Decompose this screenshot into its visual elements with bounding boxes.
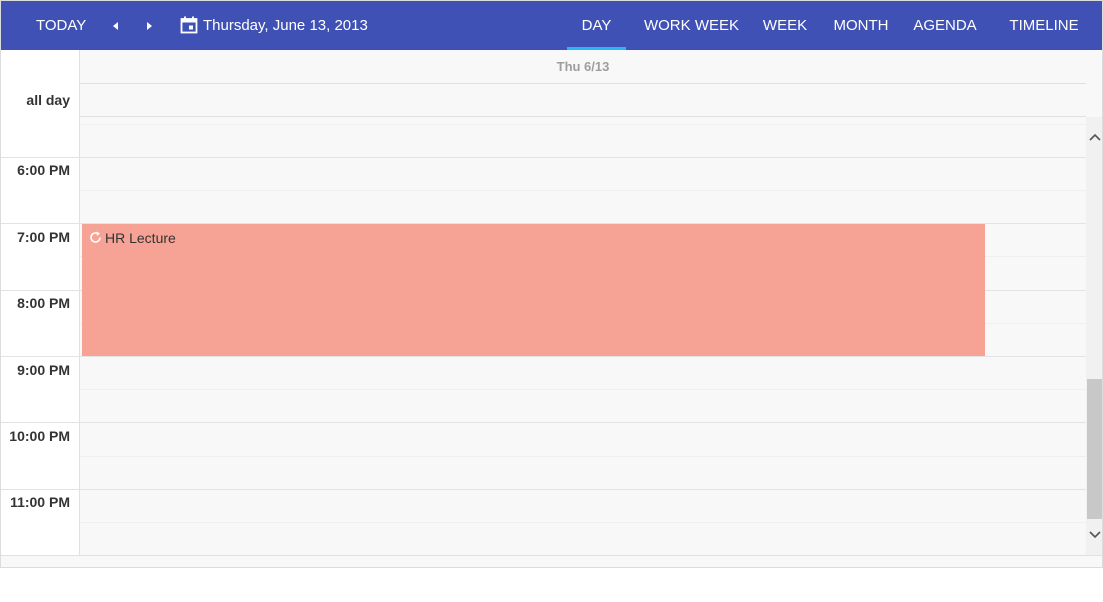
view-work-week-button[interactable]: WORK WEEK (638, 1, 745, 50)
slot-divider (80, 456, 1086, 457)
calendar-icon[interactable] (180, 16, 198, 34)
view-month-button[interactable]: MONTH (826, 1, 896, 50)
slot-divider (80, 124, 1086, 125)
slot-divider (80, 389, 1086, 390)
time-label-10pm: 10:00 PM (9, 428, 70, 444)
time-label-11pm: 11:00 PM (10, 494, 70, 510)
scheduler-toolbar: TODAY Thursday, June 13, 2013 DAY WORK W… (1, 1, 1102, 50)
scrollbar-thumb[interactable] (1087, 379, 1102, 519)
appointment-hr-lecture[interactable]: HR Lecture (82, 224, 985, 356)
slot-divider (80, 190, 1086, 191)
all-day-label: all day (1, 84, 80, 117)
time-grid[interactable]: 6:00 PM 7:00 PM 8:00 PM 9:00 PM 10:00 PM… (1, 117, 1086, 555)
scroll-up-icon[interactable] (1086, 129, 1102, 147)
scheduler-footer (1, 555, 1102, 567)
chevron-left-icon[interactable] (106, 15, 126, 37)
view-timeline-button[interactable]: TIMELINE (994, 1, 1094, 50)
view-agenda-button[interactable]: AGENDA (906, 1, 984, 50)
slot-divider (80, 522, 1086, 523)
day-column-header[interactable]: Thu 6/13 (80, 50, 1086, 84)
hour-divider (1, 157, 1086, 158)
hour-divider (1, 489, 1086, 490)
time-label-7pm: 7:00 PM (17, 229, 70, 245)
hour-divider (1, 356, 1086, 357)
time-label-8pm: 8:00 PM (17, 295, 70, 311)
scheduler: TODAY Thursday, June 13, 2013 DAY WORK W… (0, 0, 1103, 568)
view-week-button[interactable]: WEEK (755, 1, 815, 50)
appointment-subject: HR Lecture (105, 230, 176, 246)
chevron-right-icon[interactable] (139, 15, 159, 37)
current-date-button[interactable]: Thursday, June 13, 2013 (203, 17, 368, 34)
view-switcher: DAY WORK WEEK WEEK MONTH AGENDA TIMELINE (564, 1, 1102, 50)
all-day-row[interactable]: all day (1, 84, 1086, 117)
view-day-button[interactable]: DAY (567, 1, 626, 50)
time-label-6pm: 6:00 PM (17, 162, 70, 178)
vertical-scrollbar[interactable] (1086, 117, 1102, 555)
header-corner (1, 50, 80, 84)
date-header: Thu 6/13 (1, 50, 1086, 84)
time-label-9pm: 9:00 PM (17, 362, 70, 378)
today-button[interactable]: TODAY (36, 17, 86, 34)
scroll-down-icon[interactable] (1086, 525, 1102, 543)
recurrence-icon (88, 230, 103, 245)
hour-divider (1, 422, 1086, 423)
